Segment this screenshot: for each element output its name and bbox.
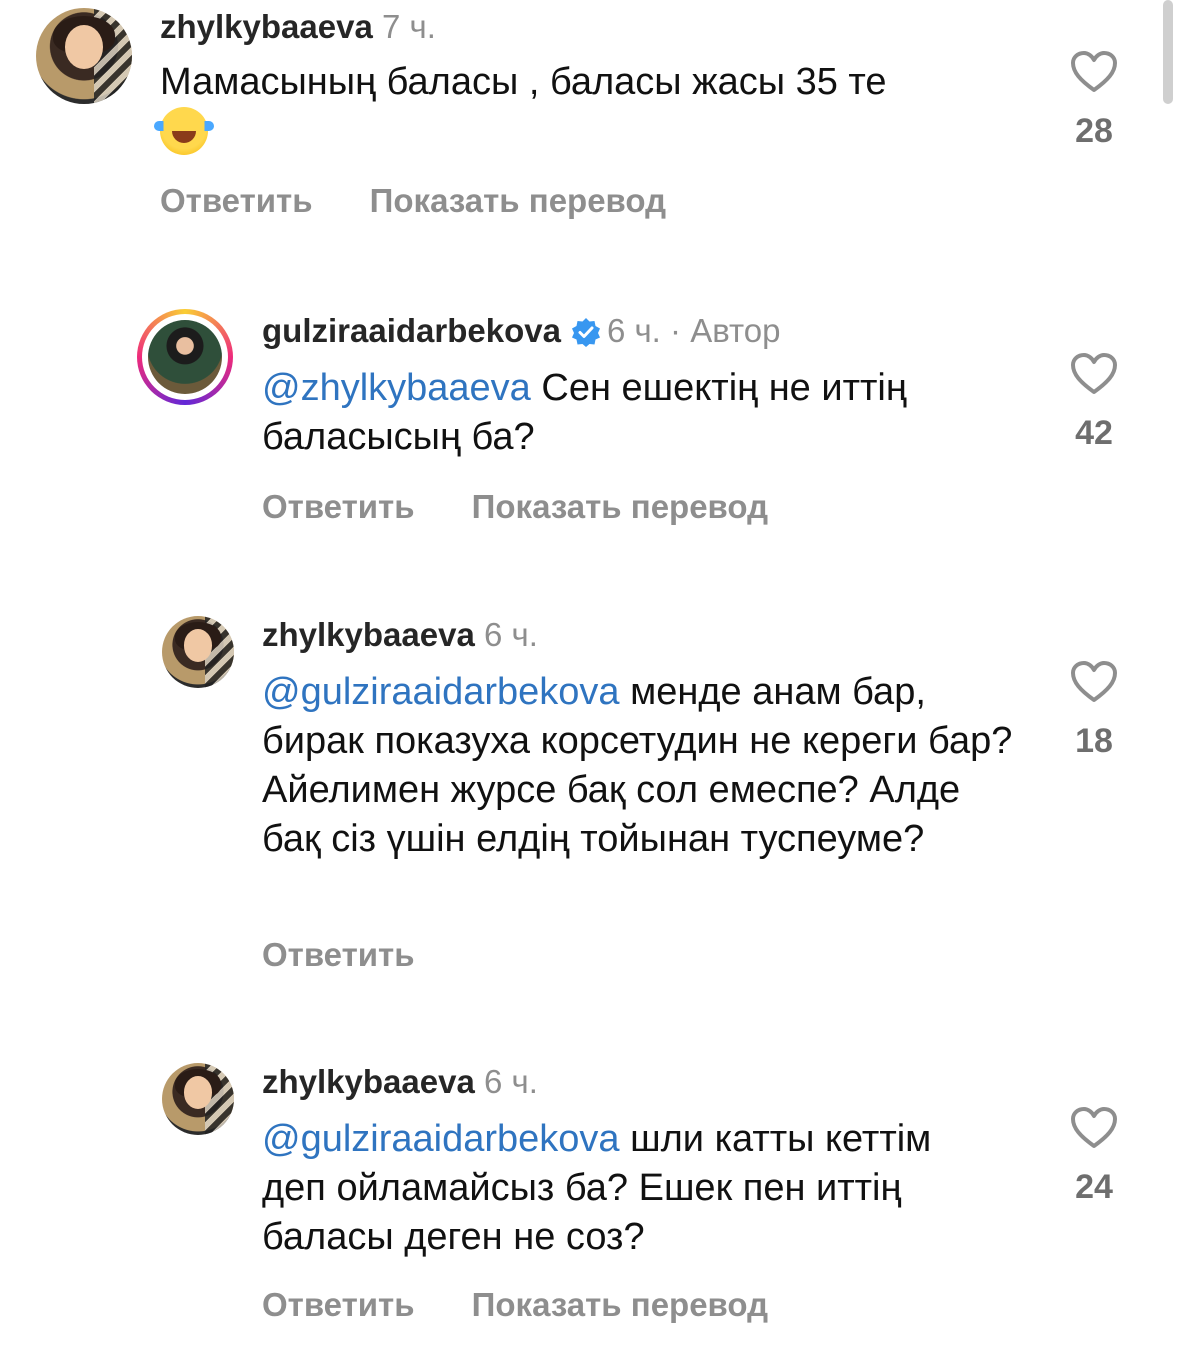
username[interactable]: zhylkybaaeva	[160, 8, 373, 45]
avatar[interactable]	[162, 616, 234, 688]
timestamp: 7 ч.	[381, 8, 436, 45]
comment-header: gulziraaidarbekova 6 ч. · Автор	[262, 312, 780, 350]
heart-outline-icon[interactable]	[1070, 660, 1118, 704]
comment-text: @zhylkybaaeva Сен ешектің не иттің балас…	[262, 367, 907, 458]
like-control: 18	[1054, 660, 1134, 761]
comment-text: @gulziraaidarbekova шли катты кеттім деп…	[262, 1118, 932, 1258]
reply-button[interactable]: Ответить	[160, 182, 313, 219]
like-control: 42	[1054, 352, 1134, 453]
comment-actions: Ответить Показать перевод	[262, 488, 816, 526]
avatar[interactable]	[36, 8, 132, 104]
like-count: 24	[1075, 1168, 1113, 1206]
like-control: 24	[1054, 1106, 1134, 1207]
mention-link[interactable]: @gulziraaidarbekova	[262, 671, 620, 713]
show-translation-button[interactable]: Показать перевод	[370, 182, 666, 219]
timestamp: 6 ч.	[483, 616, 538, 653]
mention-link[interactable]: @gulziraaidarbekova	[262, 1118, 620, 1160]
avatar-story-ring[interactable]	[137, 309, 233, 405]
timestamp: 6 ч.	[606, 312, 661, 349]
avatar[interactable]	[162, 1063, 234, 1135]
like-count: 28	[1075, 112, 1113, 150]
mention-link[interactable]: @zhylkybaaeva	[262, 367, 531, 409]
reply-button[interactable]: Ответить	[262, 936, 415, 973]
comment-text: Мамасының баласы , баласы жасы 35 те	[154, 58, 920, 160]
comment-header: zhylkybaaeva 6 ч.	[262, 616, 538, 654]
username[interactable]: gulziraaidarbekova	[262, 312, 561, 349]
username[interactable]: zhylkybaaeva	[262, 1063, 475, 1100]
comment-header: zhylkybaaeva 7 ч.	[160, 8, 436, 46]
comment-text: @gulziraaidarbekova менде анам бар, бира…	[262, 671, 1013, 860]
separator: ·	[670, 312, 682, 349]
reply-button[interactable]: Ответить	[262, 488, 415, 525]
like-control: 28	[1054, 50, 1134, 151]
timestamp: 6 ч.	[483, 1063, 538, 1100]
like-count: 42	[1075, 414, 1113, 452]
comment-actions: Ответить Показать перевод	[160, 182, 714, 220]
heart-outline-icon[interactable]	[1070, 50, 1118, 94]
author-badge: Автор	[690, 312, 781, 349]
scrollbar[interactable]	[1163, 0, 1173, 104]
show-translation-button[interactable]: Показать перевод	[472, 488, 768, 525]
face-with-tears-of-joy-icon	[154, 107, 214, 155]
heart-outline-icon[interactable]	[1070, 1106, 1118, 1150]
verified-badge-icon	[571, 318, 600, 347]
reply-button[interactable]: Ответить	[262, 1286, 415, 1323]
heart-outline-icon[interactable]	[1070, 352, 1118, 396]
comment-header: zhylkybaaeva 6 ч.	[262, 1063, 538, 1101]
comment-actions: Ответить Показать перевод	[262, 1286, 816, 1324]
username[interactable]: zhylkybaaeva	[262, 616, 475, 653]
show-translation-button[interactable]: Показать перевод	[472, 1286, 768, 1323]
like-count: 18	[1075, 722, 1113, 760]
comment-actions: Ответить	[262, 936, 463, 974]
